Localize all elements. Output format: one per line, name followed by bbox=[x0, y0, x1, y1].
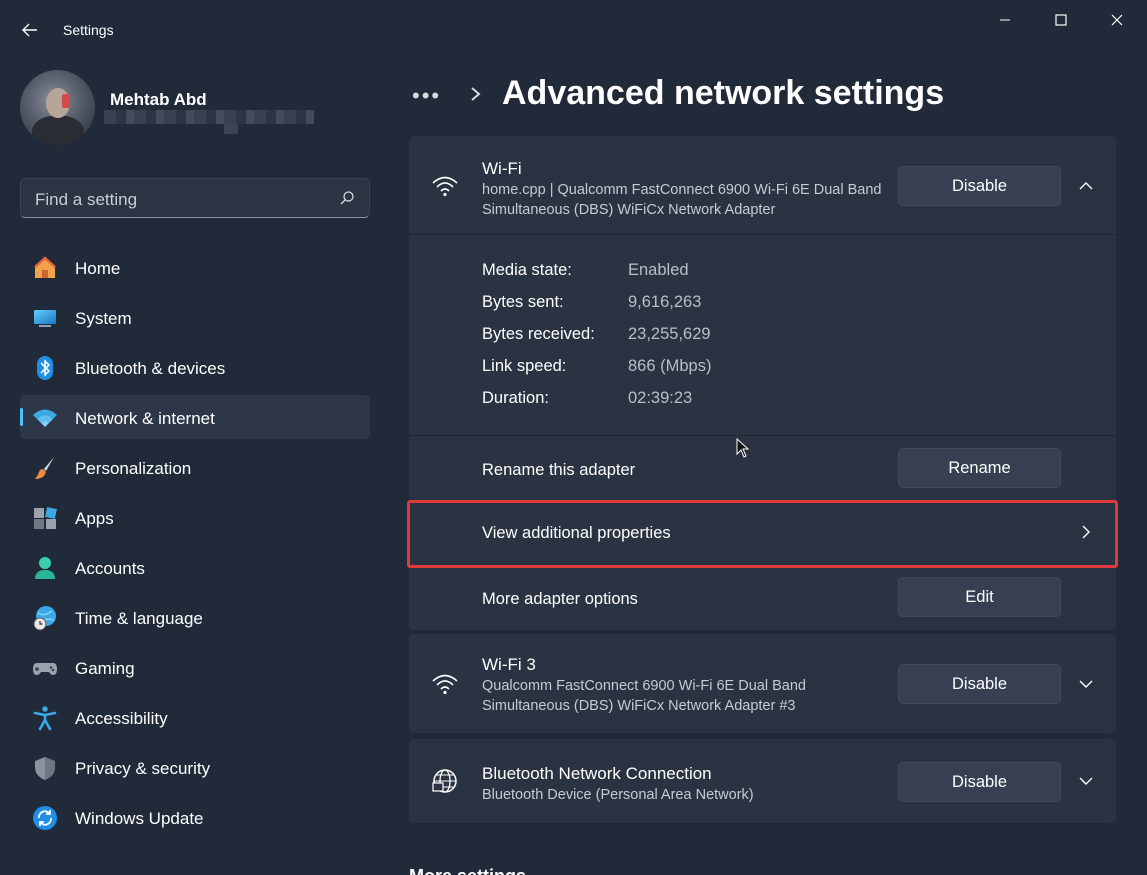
edit-button[interactable]: Edit bbox=[898, 577, 1061, 617]
property-value: 9,616,263 bbox=[628, 293, 702, 311]
disable-button[interactable]: Disable bbox=[898, 762, 1061, 802]
back-arrow-icon bbox=[22, 23, 37, 37]
property-label: Media state: bbox=[482, 261, 572, 279]
user-name: Mehtab Abd bbox=[110, 90, 207, 109]
sidebar-item-label: Privacy & security bbox=[75, 759, 211, 778]
globe-clock-icon bbox=[32, 605, 58, 631]
sidebar-item-label: Accessibility bbox=[75, 709, 168, 728]
adapter-name: Wi-Fi 3 bbox=[482, 655, 536, 674]
more-adapter-options-label: More adapter options bbox=[482, 590, 638, 608]
chevron-right-icon bbox=[471, 87, 481, 101]
property-value: 02:39:23 bbox=[628, 389, 693, 407]
accessibility-icon bbox=[32, 705, 58, 731]
sidebar-item-label: Time & language bbox=[75, 609, 203, 628]
apps-icon bbox=[32, 505, 58, 531]
adapter-name: Bluetooth Network Connection bbox=[482, 764, 712, 783]
sidebar-item-windows-update[interactable]: Windows Update bbox=[20, 795, 370, 839]
adapter-name: Wi-Fi bbox=[482, 159, 522, 178]
adapter-card-wifi: Wi-Fi home.cpp | Qualcomm FastConnect 69… bbox=[407, 136, 1118, 631]
maximize-icon bbox=[1055, 14, 1067, 26]
chevron-down-icon[interactable] bbox=[1078, 676, 1094, 692]
sidebar-item-apps[interactable]: Apps bbox=[20, 495, 370, 539]
wifi-icon bbox=[432, 674, 458, 695]
sidebar-item-label: Home bbox=[75, 259, 121, 278]
sidebar-item-label: Network & internet bbox=[75, 409, 215, 428]
sidebar-item-personalization[interactable]: Personalization bbox=[20, 445, 370, 489]
search-input[interactable]: Find a setting bbox=[35, 190, 137, 210]
wifi-icon bbox=[432, 176, 458, 197]
gamepad-icon bbox=[32, 655, 58, 681]
sidebar-item-label: System bbox=[75, 309, 132, 328]
close-icon bbox=[1111, 14, 1123, 26]
active-indicator bbox=[20, 408, 23, 426]
system-icon bbox=[32, 305, 58, 331]
app-title: Settings bbox=[63, 22, 114, 38]
sidebar-item-label: Gaming bbox=[75, 659, 135, 678]
sidebar-item-gaming[interactable]: Gaming bbox=[20, 645, 370, 689]
sidebar-item-label: Windows Update bbox=[75, 809, 204, 828]
update-icon bbox=[32, 805, 58, 831]
shield-icon bbox=[32, 755, 58, 781]
sidebar-item-time-language[interactable]: Time & language bbox=[20, 595, 370, 639]
section-heading-more-settings: More settings bbox=[409, 866, 526, 875]
property-value: 23,255,629 bbox=[628, 325, 711, 343]
sidebar-item-accounts[interactable]: Accounts bbox=[20, 545, 370, 589]
mouse-cursor-icon bbox=[736, 438, 750, 458]
avatar-body bbox=[32, 116, 84, 145]
rename-button[interactable]: Rename bbox=[898, 448, 1061, 488]
sidebar-item-system[interactable]: System bbox=[20, 295, 370, 339]
avatar[interactable] bbox=[20, 70, 95, 145]
adapter-description: home.cpp | Qualcomm FastConnect 6900 Wi-… bbox=[482, 182, 882, 218]
sidebar-item-label: Bluetooth & devices bbox=[75, 359, 226, 378]
title-bar: Settings bbox=[0, 0, 1147, 60]
rename-adapter-label: Rename this adapter bbox=[482, 461, 636, 479]
highlight-box bbox=[407, 500, 1118, 568]
adapter-card-wifi3[interactable]: Wi-Fi 3 Qualcomm FastConnect 6900 Wi-Fi … bbox=[409, 634, 1116, 733]
bluetooth-icon bbox=[32, 355, 58, 381]
property-label: Duration: bbox=[482, 389, 549, 407]
minimize-icon bbox=[1000, 19, 1010, 21]
sidebar-item-label: Accounts bbox=[75, 559, 145, 578]
property-label: Bytes received: bbox=[482, 325, 595, 343]
adapter-header[interactable]: Wi-Fi home.cpp | Qualcomm FastConnect 69… bbox=[409, 136, 1116, 235]
disable-button[interactable]: Disable bbox=[898, 166, 1061, 206]
wifi-icon bbox=[32, 405, 58, 431]
property-value: Enabled bbox=[628, 261, 689, 279]
adapter-description: Bluetooth Device (Personal Area Network) bbox=[482, 787, 754, 803]
sidebar-item-network[interactable]: Network & internet bbox=[20, 395, 370, 439]
disable-button[interactable]: Disable bbox=[898, 664, 1061, 704]
globe-network-icon bbox=[432, 769, 457, 793]
search-icon[interactable] bbox=[339, 190, 355, 206]
adapter-description: Qualcomm FastConnect 6900 Wi-Fi 6E Dual … bbox=[482, 678, 806, 714]
sidebar-item-accessibility[interactable]: Accessibility bbox=[20, 695, 370, 739]
user-email-redacted-tail bbox=[224, 124, 238, 134]
sidebar-item-label: Personalization bbox=[75, 459, 192, 478]
accounts-icon bbox=[32, 555, 58, 581]
page-title: Advanced network settings bbox=[502, 74, 945, 112]
rename-adapter-row: Rename this adapter Rename bbox=[409, 437, 1116, 501]
sidebar-item-home[interactable]: Home bbox=[20, 245, 370, 289]
adapter-properties: Media state: Enabled Bytes sent: 9,616,2… bbox=[409, 236, 1116, 436]
sidebar-item-bluetooth[interactable]: Bluetooth & devices bbox=[20, 345, 370, 389]
sidebar-nav: Home System Bluetooth & devices Network … bbox=[20, 245, 370, 845]
adapter-card-bluetooth[interactable]: Bluetooth Network Connection Bluetooth D… bbox=[409, 739, 1116, 823]
brush-icon bbox=[32, 455, 58, 481]
property-label: Link speed: bbox=[482, 357, 567, 375]
sidebar-item-privacy-security[interactable]: Privacy & security bbox=[20, 745, 370, 789]
avatar-phone bbox=[62, 94, 70, 108]
sidebar-item-label: Apps bbox=[75, 509, 114, 528]
home-icon bbox=[32, 255, 58, 281]
chevron-down-icon[interactable] bbox=[1078, 773, 1094, 789]
property-label: Bytes sent: bbox=[482, 293, 564, 311]
chevron-up-icon[interactable] bbox=[1078, 178, 1094, 194]
search-box[interactable]: Find a setting bbox=[20, 178, 370, 218]
minimize-button[interactable] bbox=[977, 0, 1033, 40]
maximize-button[interactable] bbox=[1033, 0, 1089, 40]
more-adapter-options-row: More adapter options Edit bbox=[409, 567, 1116, 631]
breadcrumb-more-button[interactable]: ••• bbox=[412, 83, 441, 109]
back-button[interactable] bbox=[16, 16, 44, 44]
close-button[interactable] bbox=[1089, 0, 1145, 40]
property-value: 866 (Mbps) bbox=[628, 357, 712, 375]
user-email-redacted bbox=[104, 110, 314, 124]
